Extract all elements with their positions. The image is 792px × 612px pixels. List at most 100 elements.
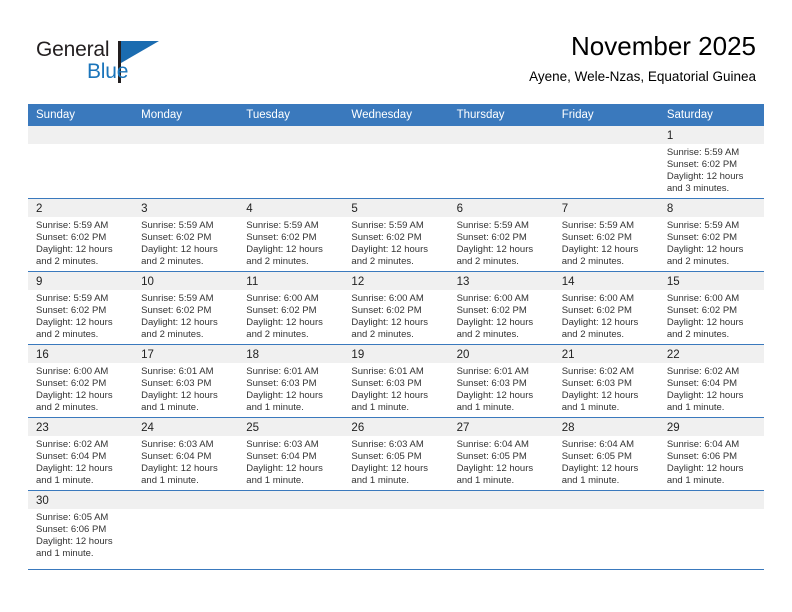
day-cell-empty — [238, 491, 344, 569]
weekday-header-thursday: Thursday — [456, 109, 505, 121]
day-number-band: 5 — [343, 199, 449, 217]
day-cell[interactable]: 17 Sunrise: 6:01 AM Sunset: 6:03 PM Dayligh… — [133, 345, 239, 417]
day-cell[interactable]: 12 Sunrise: 6:00 AM Sunset: 6:02 PM Dayligh… — [343, 272, 449, 344]
day-cell[interactable]: 21 Sunrise: 6:02 AM Sunset: 6:03 PM Dayligh… — [553, 345, 659, 417]
daylight-text-line1: Daylight: 12 hours — [351, 317, 428, 329]
daylight-text-line2: and 1 minute. — [246, 475, 304, 487]
day-number: 18 — [246, 349, 260, 361]
sunset-text: Sunset: 6:02 PM — [561, 305, 632, 317]
daylight-text-line2: and 1 minute. — [561, 402, 620, 414]
sunrise-text: Sunrise: 6:03 AM — [141, 439, 214, 450]
sunrise-text: Sunrise: 5:59 AM — [141, 293, 214, 304]
sunset-text: Sunset: 6:02 PM — [456, 305, 527, 317]
sunset-text: Sunset: 6:02 PM — [456, 232, 527, 244]
day-cell[interactable]: 16 Sunrise: 6:00 AM Sunset: 6:02 PM Dayligh… — [28, 345, 134, 417]
weekday-header-monday: Monday — [141, 109, 183, 121]
sunrise-text: Sunrise: 6:01 AM — [246, 366, 319, 377]
daylight-text-line1: Daylight: 12 hours — [456, 463, 534, 475]
daylight-text-line1: Daylight: 12 hours — [141, 390, 218, 402]
day-sun-info: Sunrise: 6:00 AM Sunset: 6:02 PM Daylight:… — [659, 290, 764, 343]
day-number: 8 — [666, 203, 674, 215]
sunset-text: Sunset: 6:05 PM — [561, 451, 632, 463]
day-cell[interactable]: 2 Sunrise: 5:59 AM Sunset: 6:02 PM Daylight… — [28, 199, 134, 271]
day-cell[interactable]: 7 Sunrise: 5:59 AM Sunset: 6:02 PM Daylight… — [553, 199, 659, 271]
day-cell-empty — [553, 491, 659, 569]
day-number-band: 1 — [658, 126, 764, 144]
day-cell[interactable]: 6 Sunrise: 5:59 AM Sunset: 6:02 PM Daylight… — [448, 199, 554, 271]
day-cell[interactable]: 23 Sunrise: 6:02 AM Sunset: 6:04 PM Dayligh… — [28, 418, 134, 490]
day-cell[interactable]: 26 Sunrise: 6:03 AM Sunset: 6:05 PM Dayligh… — [343, 418, 449, 490]
day-cell-empty — [133, 491, 239, 569]
day-cell[interactable]: 5 Sunrise: 5:59 AM Sunset: 6:02 PM Daylight… — [343, 199, 449, 271]
sunset-text: Sunset: 6:04 PM — [36, 451, 107, 463]
day-cell[interactable]: 24 Sunrise: 6:03 AM Sunset: 6:04 PM Dayligh… — [133, 418, 239, 490]
day-sun-info: Sunrise: 5:59 AM Sunset: 6:02 PM Daylight:… — [343, 217, 448, 270]
sunrise-text: Sunrise: 5:59 AM — [456, 220, 529, 231]
day-cell[interactable]: 14 Sunrise: 6:00 AM Sunset: 6:02 PM Dayligh… — [553, 272, 659, 344]
sunset-text: Sunset: 6:02 PM — [36, 378, 107, 390]
day-number-band: 25 — [238, 418, 344, 436]
day-cell[interactable]: 29 Sunrise: 6:04 AM Sunset: 6:06 PM Dayligh… — [658, 418, 764, 490]
sunset-text: Sunset: 6:02 PM — [36, 232, 107, 244]
sunrise-text: Sunrise: 5:59 AM — [36, 293, 109, 304]
day-cell[interactable]: 1 Sunrise: 5:59 AM Sunset: 6:02 PM Daylight… — [658, 126, 764, 198]
day-cell[interactable]: 27 Sunrise: 6:04 AM Sunset: 6:05 PM Dayligh… — [448, 418, 554, 490]
day-number-band — [343, 126, 449, 144]
day-number: 4 — [246, 203, 253, 215]
day-number-band: 18 — [238, 345, 344, 363]
sunset-text: Sunset: 6:02 PM — [666, 159, 738, 171]
day-cell[interactable]: 15 Sunrise: 6:00 AM Sunset: 6:02 PM Dayligh… — [658, 272, 764, 344]
page-title: November 2025 — [571, 31, 756, 61]
day-cell[interactable]: 25 Sunrise: 6:03 AM Sunset: 6:04 PM Dayligh… — [238, 418, 344, 490]
day-cell[interactable]: 4 Sunrise: 5:59 AM Sunset: 6:02 PM Daylight… — [238, 199, 344, 271]
day-cell[interactable]: 18 Sunrise: 6:01 AM Sunset: 6:03 PM Dayligh… — [238, 345, 344, 417]
day-number-band — [553, 126, 659, 144]
weekday-header-saturday: Saturday — [666, 109, 713, 121]
calendar-week-row: 2 Sunrise: 5:59 AM Sunset: 6:02 PM Daylight… — [28, 199, 764, 272]
day-sun-info: Sunrise: 5:59 AM Sunset: 6:02 PM Daylight:… — [554, 217, 659, 270]
day-number-band: 7 — [553, 199, 659, 217]
sunrise-text: Sunrise: 5:59 AM — [561, 220, 635, 231]
calendar-weeks: 1 Sunrise: 5:59 AM Sunset: 6:02 PM Daylight… — [28, 126, 764, 570]
sunset-text: Sunset: 6:05 PM — [351, 451, 422, 463]
sunset-text: Sunset: 6:02 PM — [141, 232, 212, 244]
daylight-text-line1: Daylight: 12 hours — [561, 390, 639, 402]
day-cell[interactable]: 9 Sunrise: 5:59 AM Sunset: 6:02 PM Daylight… — [28, 272, 134, 344]
sunrise-text: Sunrise: 6:00 AM — [351, 293, 424, 304]
sunrise-text: Sunrise: 6:04 AM — [666, 439, 740, 450]
sunset-text: Sunset: 6:02 PM — [36, 305, 107, 317]
day-cell[interactable]: 13 Sunrise: 6:00 AM Sunset: 6:02 PM Dayligh… — [448, 272, 554, 344]
daylight-text-line2: and 3 minutes. — [666, 183, 730, 195]
day-sun-info: Sunrise: 6:03 AM Sunset: 6:04 PM Daylight:… — [238, 436, 343, 489]
day-cell[interactable]: 8 Sunrise: 5:59 AM Sunset: 6:02 PM Daylight… — [658, 199, 764, 271]
day-sun-info: Sunrise: 5:59 AM Sunset: 6:02 PM Daylight:… — [28, 290, 133, 343]
day-number-band: 4 — [238, 199, 344, 217]
daylight-text-line1: Daylight: 12 hours — [666, 171, 744, 183]
day-sun-info: Sunrise: 6:01 AM Sunset: 6:03 PM Daylight:… — [133, 363, 238, 416]
sunrise-text: Sunrise: 6:05 AM — [36, 512, 109, 523]
daylight-text-line2: and 2 minutes. — [141, 329, 204, 341]
daylight-text-line1: Daylight: 12 hours — [666, 317, 744, 329]
day-sun-info: Sunrise: 6:00 AM Sunset: 6:02 PM Daylight:… — [343, 290, 448, 343]
day-cell[interactable]: 20 Sunrise: 6:01 AM Sunset: 6:03 PM Dayligh… — [448, 345, 554, 417]
day-sun-info: Sunrise: 5:59 AM Sunset: 6:02 PM Daylight:… — [659, 144, 764, 197]
day-cell[interactable]: 11 Sunrise: 6:00 AM Sunset: 6:02 PM Dayligh… — [238, 272, 344, 344]
logo-text-general: General — [36, 38, 110, 61]
day-cell[interactable]: 3 Sunrise: 5:59 AM Sunset: 6:02 PM Daylight… — [133, 199, 239, 271]
daylight-text-line2: and 2 minutes. — [141, 256, 204, 268]
day-cell-empty — [658, 491, 764, 569]
general-blue-logo[interactable]: General Blue — [36, 38, 176, 90]
day-number-band — [658, 491, 764, 509]
day-sun-info: Sunrise: 6:00 AM Sunset: 6:02 PM Daylight:… — [449, 290, 554, 343]
day-cell[interactable]: 30 Sunrise: 6:05 AM Sunset: 6:06 PM Dayligh… — [28, 491, 134, 569]
day-sun-info: Sunrise: 6:04 AM Sunset: 6:06 PM Daylight:… — [659, 436, 764, 489]
sunrise-text: Sunrise: 5:59 AM — [666, 147, 740, 158]
day-number-band: 28 — [553, 418, 659, 436]
day-cell[interactable]: 28 Sunrise: 6:04 AM Sunset: 6:05 PM Dayligh… — [553, 418, 659, 490]
daylight-text-line2: and 2 minutes. — [36, 402, 99, 414]
day-cell[interactable]: 10 Sunrise: 5:59 AM Sunset: 6:02 PM Dayligh… — [133, 272, 239, 344]
day-cell[interactable]: 19 Sunrise: 6:01 AM Sunset: 6:03 PM Dayligh… — [343, 345, 449, 417]
day-sun-info: Sunrise: 6:02 AM Sunset: 6:04 PM Daylight:… — [28, 436, 133, 489]
day-cell[interactable]: 22 Sunrise: 6:02 AM Sunset: 6:04 PM Dayligh… — [658, 345, 764, 417]
day-number: 29 — [666, 422, 680, 434]
